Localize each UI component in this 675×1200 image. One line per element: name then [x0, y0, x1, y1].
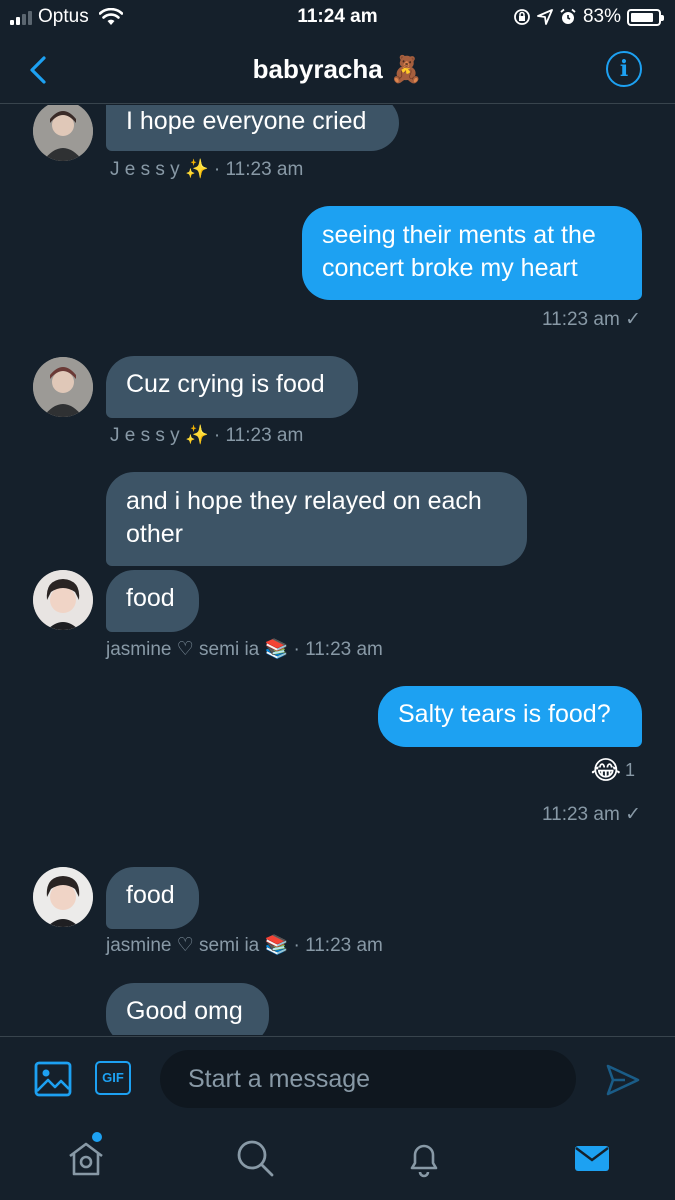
sender-name[interactable]: jasmine ♡ semi ia 📚 [106, 935, 288, 956]
messages-icon[interactable] [572, 1138, 612, 1178]
message-time: 11:23 am ✓ [541, 804, 641, 825]
message-input[interactable] [160, 1050, 576, 1108]
message-text: I hope everyone cried [126, 107, 367, 135]
message-meta: jasmine ♡ semi ia 📚 · 11:23 am [106, 637, 383, 661]
message-composer: GIF [0, 1036, 675, 1120]
home-icon[interactable] [66, 1138, 106, 1178]
notification-dot [92, 1132, 102, 1142]
conversation-title[interactable]: babyracha 🧸 [0, 54, 675, 85]
gif-button[interactable]: GIF [95, 1061, 131, 1095]
message-text-line: other [126, 520, 183, 548]
message-bubble-incoming[interactable]: food [106, 867, 199, 929]
message-text-line: and i hope they relayed on each [126, 487, 482, 515]
alarm-icon [560, 8, 576, 24]
message-bubble-incoming[interactable]: food [106, 570, 199, 632]
status-bar: Optus 11:24 am 83% [0, 0, 675, 36]
message-bubble-outgoing[interactable]: Salty tears is food? [378, 686, 642, 747]
avatar-jasmine[interactable] [33, 867, 93, 927]
message-time: · 11:23 am [213, 159, 304, 180]
message-text: food [126, 584, 175, 612]
sender-name[interactable]: jasmine ♡ semi ia 📚 [106, 639, 288, 660]
message-list[interactable]: I hope everyone cried J e s s y ✨ · 11:2… [0, 105, 675, 1035]
image-icon[interactable] [34, 1061, 72, 1097]
message-bubble-incoming[interactable]: Cuz crying is food [106, 356, 358, 418]
reaction-count: 1 [624, 760, 635, 780]
avatar-jessy[interactable] [33, 357, 93, 417]
message-text-line: seeing their ments at the [322, 221, 596, 249]
message-time: 11:23 am ✓ [541, 309, 641, 330]
avatar-jasmine[interactable] [33, 570, 93, 630]
sender-name[interactable]: J e s s y ✨ [110, 425, 209, 446]
message-text: Salty tears is food? [398, 700, 611, 728]
message-reaction[interactable]: 😂 1 [591, 755, 635, 786]
message-time: · 11:23 am [213, 425, 304, 446]
message-time: · 11:23 am [293, 639, 383, 660]
send-icon[interactable] [605, 1063, 641, 1097]
sender-name[interactable]: J e s s y ✨ [110, 159, 209, 180]
message-text: Cuz crying is food [126, 370, 325, 398]
location-icon [537, 9, 553, 25]
avatar-jessy[interactable] [33, 105, 93, 161]
message-bubble-outgoing[interactable]: seeing their ments at the concert broke … [302, 206, 642, 300]
notifications-icon[interactable] [404, 1138, 444, 1178]
message-bubble-incoming[interactable]: I hope everyone cried [106, 105, 399, 151]
battery-percent: 83% [582, 6, 621, 27]
message-meta: J e s s y ✨ · 11:23 am [110, 157, 303, 181]
battery-icon [627, 8, 664, 26]
message-text-line: concert broke my heart [322, 254, 578, 282]
search-icon[interactable] [235, 1138, 275, 1178]
orientation-lock-icon [514, 9, 530, 25]
message-meta: jasmine ♡ semi ia 📚 · 11:23 am [106, 933, 383, 957]
conversation-info-button[interactable]: i [606, 51, 642, 87]
message-bubble-incoming[interactable]: Good omg [106, 983, 269, 1035]
info-icon: i [619, 56, 629, 82]
bottom-tab-bar [0, 1120, 675, 1200]
laughing-emoji-icon: 😂 [590, 755, 621, 785]
message-meta: J e s s y ✨ · 11:23 am [110, 423, 303, 447]
message-time: · 11:23 am [293, 935, 383, 956]
message-text: food [126, 881, 175, 909]
message-bubble-incoming[interactable]: and i hope they relayed on each other [106, 472, 527, 566]
message-text: Good omg [126, 997, 243, 1025]
conversation-header: babyracha 🧸 i [0, 36, 675, 104]
